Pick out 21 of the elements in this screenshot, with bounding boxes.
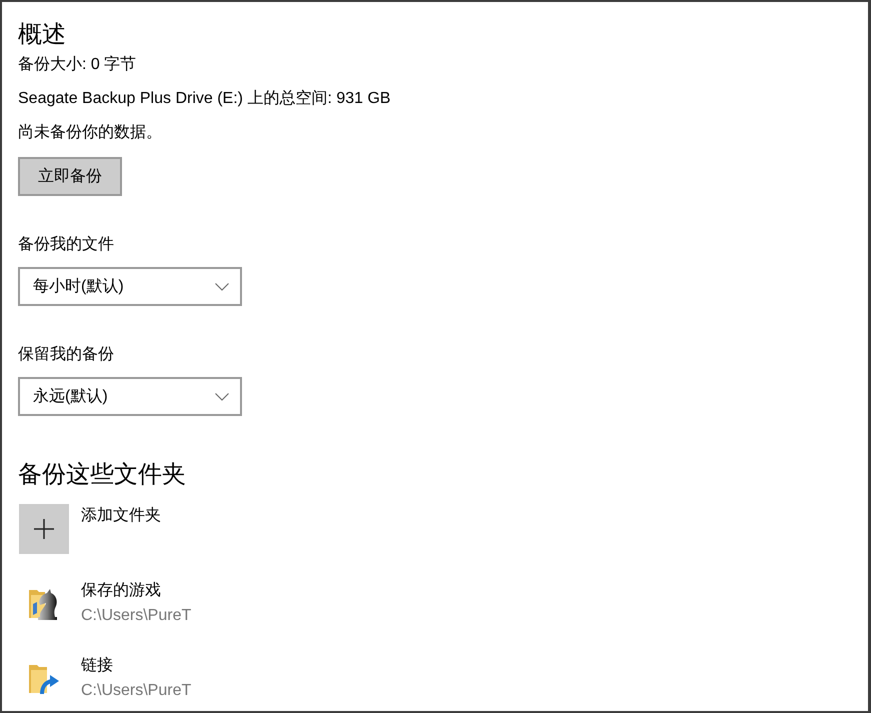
folder-path: C:\Users\PureT — [81, 681, 192, 701]
folder-path: C:\Users\PureT — [81, 606, 192, 626]
backup-status-text: 尚未备份你的数据。 — [18, 122, 162, 143]
setting-label: 备份我的文件 — [18, 234, 114, 255]
setting-label: 保留我的备份 — [18, 344, 114, 365]
dropdown[interactable]: 每小时(默认) — [18, 267, 242, 306]
folder-arrow-icon — [28, 662, 60, 696]
folder-name[interactable]: 保存的游戏 — [81, 580, 161, 602]
folder-name[interactable]: 链接 — [81, 655, 113, 677]
folder-chess-knight-icon — [28, 587, 60, 621]
add-folder-button[interactable] — [19, 504, 69, 554]
section-heading: 概述 — [18, 20, 66, 50]
backup-now-button[interactable]: 立即备份 — [18, 157, 122, 196]
chevron-down-icon — [215, 392, 229, 400]
chevron-down-icon — [215, 282, 229, 290]
section-heading: 备份这些文件夹 — [18, 460, 186, 490]
total-space-text: Seagate Backup Plus Drive (E:) 上的总空间: 931 GB — [18, 88, 391, 109]
plus-icon — [34, 519, 54, 539]
add-folder-label[interactable]: 添加文件夹 — [81, 505, 161, 527]
dropdown[interactable]: 永远(默认) — [18, 377, 242, 416]
backup-size-text: 备份大小: 0 字节 — [18, 54, 136, 75]
